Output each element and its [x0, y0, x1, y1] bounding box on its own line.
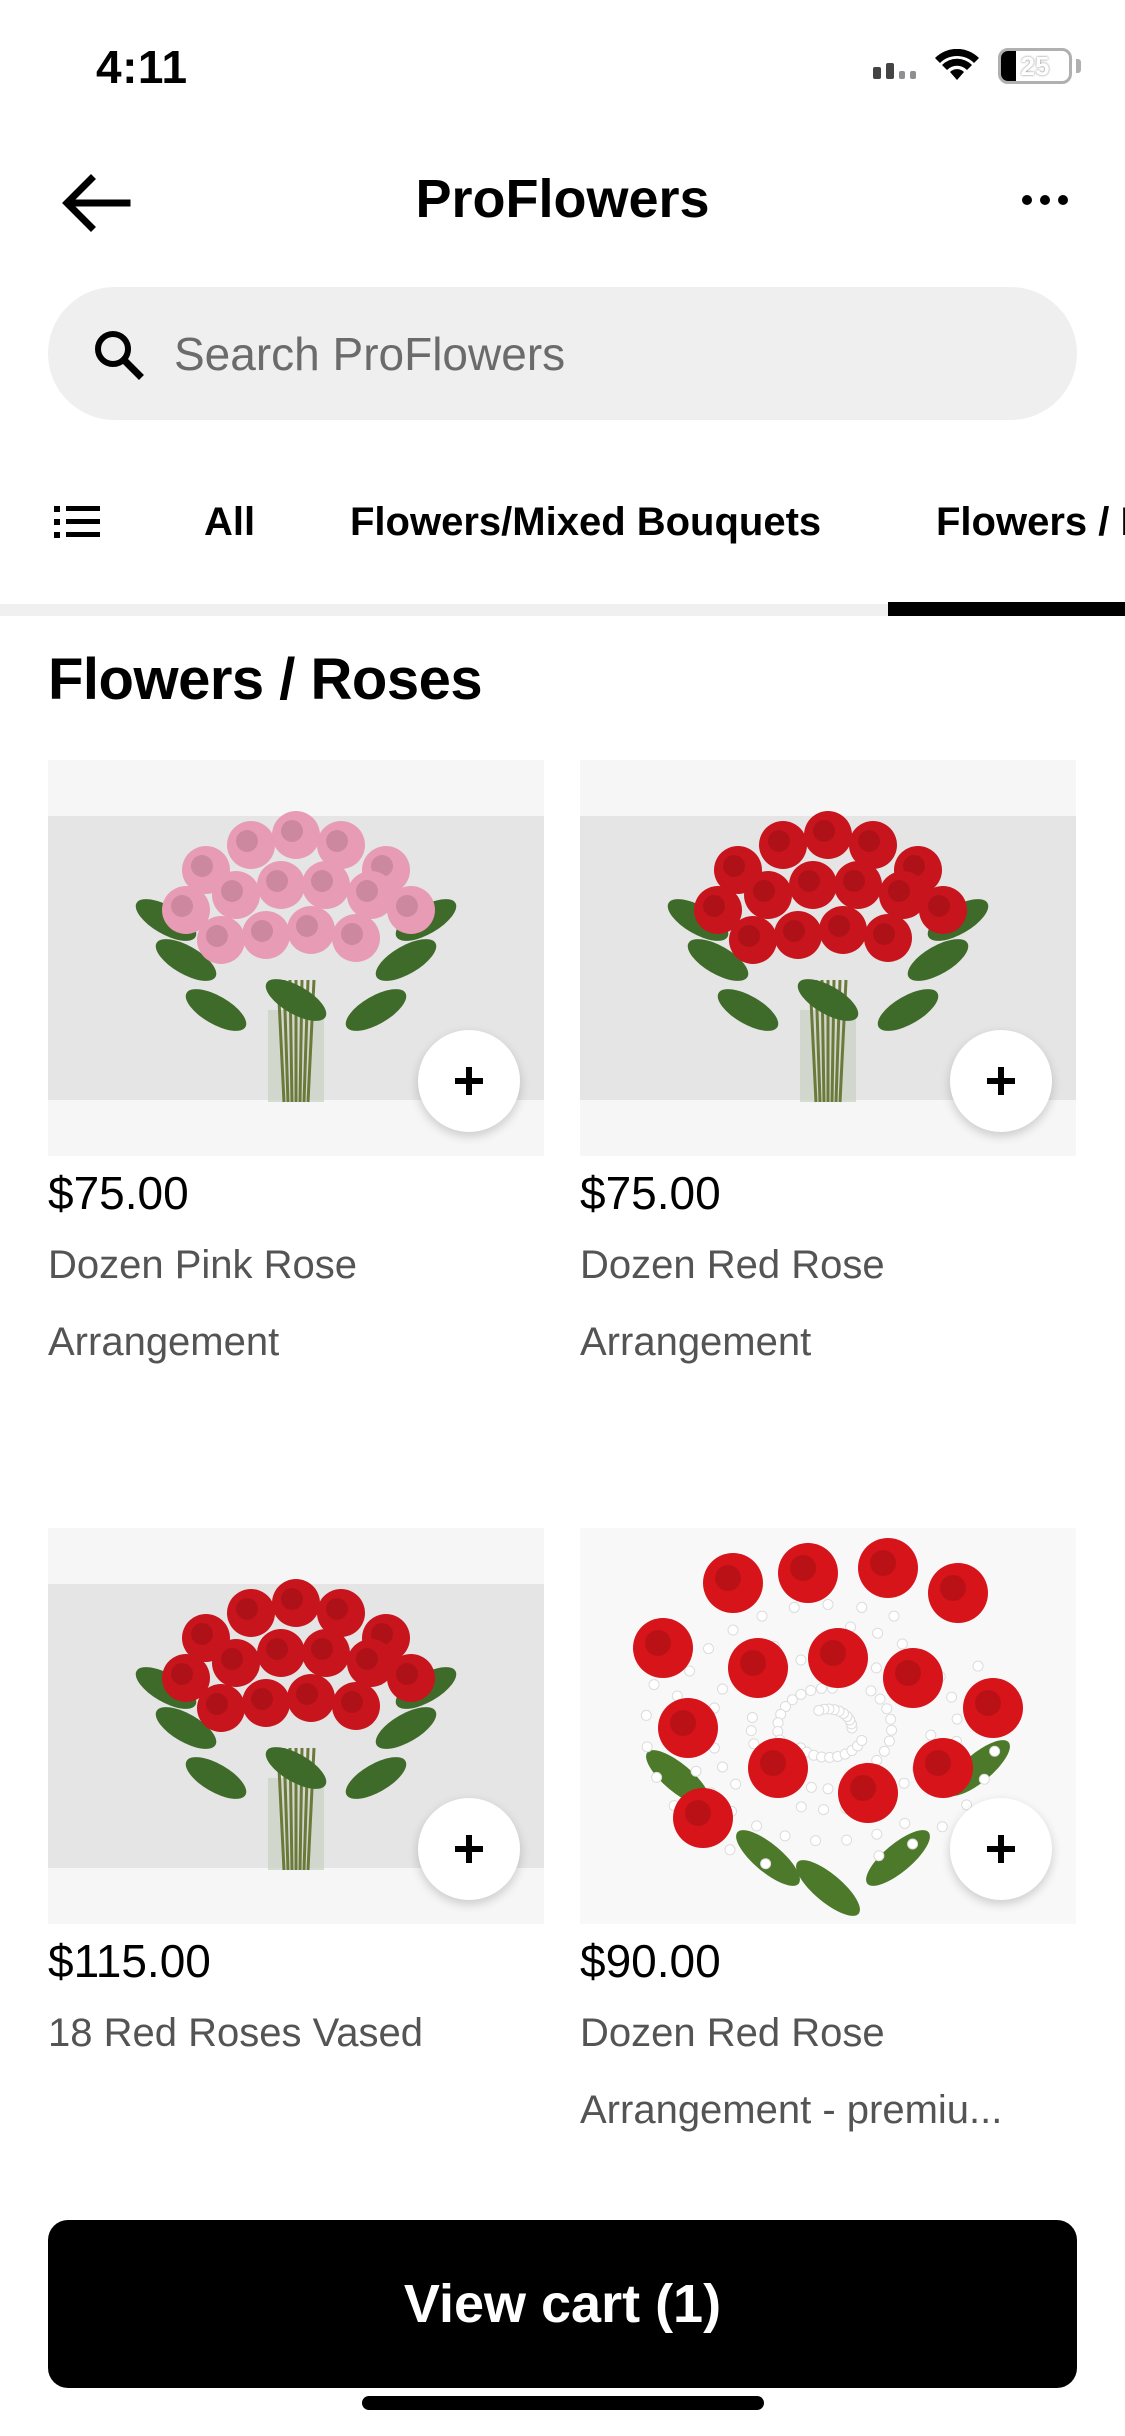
product-name-continued: Arrangement — [580, 1320, 812, 1364]
header: ProFlowers — [0, 150, 1125, 250]
add-to-cart-button[interactable] — [950, 1798, 1052, 1900]
product-card[interactable]: $75.00 Dozen Pink Rose Arrangement — [48, 760, 544, 1374]
product-name: Dozen Red Rose — [580, 1243, 885, 1287]
battery-nub — [1076, 59, 1081, 73]
tab-flowers-roses[interactable]: Flowers / Roses — [936, 500, 1125, 545]
product-image — [580, 1528, 1076, 1924]
store-title: ProFlowers — [415, 169, 710, 229]
product-name: Dozen Red Rose — [580, 2011, 885, 2055]
status-bar: 4:11 25 — [0, 0, 1125, 140]
status-icons: 25 — [873, 46, 1081, 86]
status-time: 4:11 — [96, 41, 188, 93]
category-tabs: All Flowers/Mixed Bouquets Flowers / Ros… — [0, 470, 1125, 616]
more-options-button[interactable] — [1005, 170, 1085, 230]
tab-flowers-mixed-bouquets[interactable]: Flowers/Mixed Bouquets — [350, 500, 821, 545]
home-indicator — [362, 2396, 764, 2410]
product-card[interactable]: $75.00 Dozen Red Rose Arrangement — [580, 760, 1076, 1374]
add-to-cart-button[interactable] — [418, 1798, 520, 1900]
more-dots-icon — [1022, 195, 1068, 205]
product-card[interactable]: $115.00 18 Red Roses Vased — [48, 1528, 544, 2065]
search-bar[interactable] — [48, 287, 1077, 420]
active-tab-indicator — [888, 602, 1125, 616]
search-input[interactable] — [174, 326, 974, 381]
product-name: 18 Red Roses Vased — [48, 2011, 424, 2055]
plus-icon — [455, 1067, 483, 1095]
product-name: Dozen Pink Rose — [48, 1243, 358, 1287]
tab-all[interactable]: All — [204, 500, 255, 545]
product-card[interactable]: $90.00 Dozen Red Rose Arrangement - prem… — [580, 1528, 1076, 2142]
product-image — [48, 760, 544, 1156]
list-icon[interactable] — [52, 498, 104, 546]
battery-icon: 25 — [998, 48, 1072, 84]
product-price: $75.00 — [48, 1167, 189, 1219]
battery-level: 25 — [1020, 50, 1050, 81]
wifi-icon — [935, 49, 979, 80]
product-image — [580, 760, 1076, 1156]
product-price: $90.00 — [580, 1935, 721, 1987]
add-to-cart-button[interactable] — [418, 1030, 520, 1132]
section-title: Flowers / Roses — [48, 647, 483, 712]
plus-icon — [987, 1067, 1015, 1095]
plus-icon — [987, 1835, 1015, 1863]
view-cart-button[interactable]: View cart (1) — [48, 2220, 1077, 2388]
plus-icon — [455, 1835, 483, 1863]
product-name-continued: Arrangement — [48, 1320, 280, 1364]
product-price: $115.00 — [48, 1935, 211, 1987]
product-price: $75.00 — [580, 1167, 721, 1219]
product-name-continued: Arrangement - premiu... — [580, 2088, 1003, 2132]
signal-icon — [873, 53, 916, 79]
search-icon — [88, 324, 148, 384]
add-to-cart-button[interactable] — [950, 1030, 1052, 1132]
product-image — [48, 1528, 544, 1924]
